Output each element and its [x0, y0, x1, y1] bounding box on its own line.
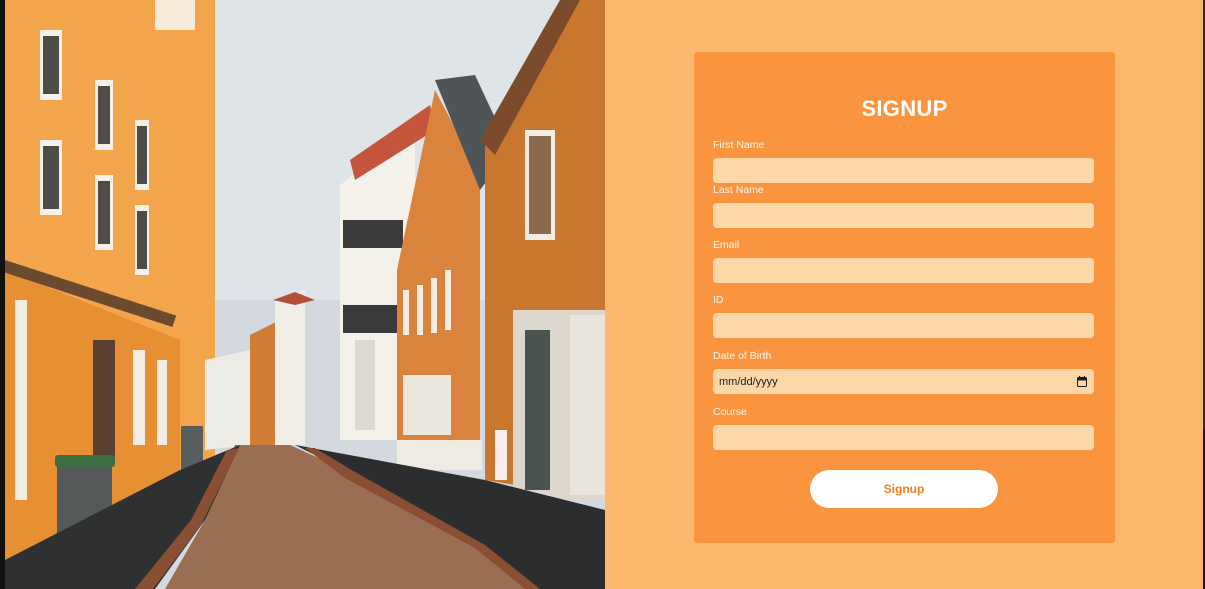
date-of-birth-label: Date of Birth	[713, 350, 772, 362]
first-name-label: First Name	[713, 139, 765, 151]
street-photo-illustration	[5, 0, 605, 589]
last-name-label: Last Name	[713, 184, 764, 196]
page: SIGNUP First Name Last Name Email ID Dat…	[0, 0, 1205, 589]
signup-form: SIGNUP First Name Last Name Email ID Dat…	[694, 52, 1115, 543]
id-label: ID	[713, 294, 724, 306]
email-label: Email	[713, 239, 740, 251]
course-input[interactable]	[713, 425, 1094, 450]
date-of-birth-input[interactable]: mm/dd/yyyy	[713, 369, 1094, 394]
id-input[interactable]	[713, 313, 1094, 338]
street-photo	[5, 0, 605, 589]
course-label: Course	[713, 406, 747, 418]
form-title: SIGNUP	[861, 96, 948, 121]
last-name-input[interactable]	[713, 203, 1094, 228]
email-input[interactable]	[713, 258, 1094, 283]
signup-panel: SIGNUP First Name Last Name Email ID Dat…	[605, 0, 1203, 589]
date-of-birth-value: mm/dd/yyyy	[719, 375, 778, 388]
first-name-input[interactable]	[713, 158, 1094, 183]
signup-button[interactable]: Signup	[810, 470, 998, 508]
calendar-icon[interactable]	[1077, 376, 1087, 387]
